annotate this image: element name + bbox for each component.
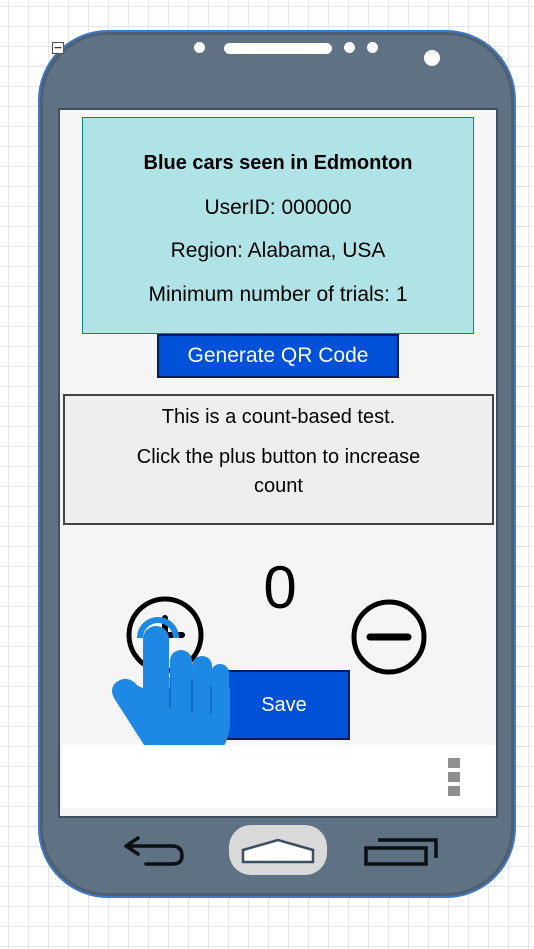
speaker-grille — [224, 43, 332, 54]
region-label: Region: Alabama, USA — [170, 239, 386, 262]
sensor-dot — [367, 42, 378, 53]
menu-segment — [448, 786, 460, 796]
min-trials-label: Minimum number of trials: 1 — [148, 283, 408, 306]
minus-circle-icon[interactable] — [349, 597, 429, 677]
sensor-dot — [344, 42, 355, 53]
recent-apps-icon[interactable] — [362, 836, 440, 866]
instruction-line: This is a count-based test. — [161, 406, 396, 428]
user-id-label: UserID: 000000 — [204, 196, 352, 219]
overflow-menu-icon[interactable] — [446, 756, 462, 798]
collapse-icon[interactable]: − — [52, 42, 64, 54]
bottom-bar — [62, 745, 496, 808]
instruction-line: Click the plus button to increase — [136, 446, 421, 468]
hand-pointer-icon — [112, 617, 230, 766]
front-camera — [424, 50, 440, 66]
test-info-card: Blue cars seen in Edmonton UserID: 00000… — [82, 117, 474, 334]
instructions-box: This is a count-based test. Click the pl… — [63, 394, 494, 525]
test-title: Blue cars seen in Edmonton — [143, 152, 413, 174]
front-sensor-dot — [194, 42, 205, 53]
menu-segment — [448, 772, 460, 782]
instruction-line: count — [254, 475, 303, 497]
home-icon — [241, 838, 315, 864]
generate-qr-code-button[interactable]: Generate QR Code — [157, 334, 399, 378]
back-arrow-icon[interactable] — [120, 836, 188, 868]
menu-segment — [448, 758, 460, 768]
